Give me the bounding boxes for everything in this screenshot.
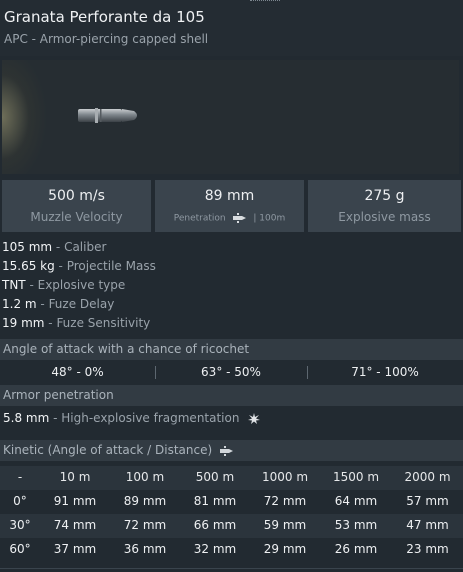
bottom-divider: [0, 568, 463, 569]
penetration-label-row: Penetration | 100m: [155, 212, 304, 224]
table-cell: 0°: [13, 494, 27, 508]
table-header-cell: 1500 m: [332, 470, 380, 484]
table-cell: 47 mm: [406, 518, 449, 532]
penetration-value: 89 mm: [204, 188, 255, 204]
property-value: 19 mm: [2, 316, 45, 330]
explosive-mass-value: 275 g: [364, 188, 405, 204]
table-cell: 29 mm: [263, 542, 307, 556]
table-cell: 60°: [9, 542, 31, 556]
he-fragmentation-row: 5.8 mm - High-explosive fragmentation: [3, 411, 261, 426]
ricochet-values: 48° - 0% 63° - 50% 71° - 100%: [0, 361, 463, 383]
explosion-icon: [248, 412, 261, 424]
table-cell: 53 mm: [334, 518, 378, 532]
kinetic-shell-icon: [219, 445, 233, 456]
table-cell: 37 mm: [53, 542, 97, 556]
ricochet-title: Angle of attack with a chance of ricoche…: [3, 342, 250, 356]
table-cell: 57 mm: [406, 494, 449, 508]
he-label: High-explosive fragmentation: [61, 411, 240, 425]
shell-projectile-icon: [78, 108, 137, 123]
property-value: 15.65 kg: [2, 259, 55, 273]
property-row: 1.2 m - Fuze Delay: [2, 297, 115, 311]
table-cell: 91 mm: [53, 494, 97, 508]
explosive-mass-label: Explosive mass: [338, 210, 431, 224]
shell-preview-image: [2, 60, 459, 174]
table-cell: 23 mm: [406, 542, 449, 556]
property-value: TNT: [2, 278, 26, 292]
property-value: 1.2 m: [2, 297, 37, 311]
table-cell: 36 mm: [123, 542, 167, 556]
table-row: 60° 37 mm 36 mm 32 mm 29 mm 26 mm 23 mm: [0, 538, 463, 562]
table-cell: 89 mm: [123, 494, 167, 508]
table-cell: 81 mm: [193, 494, 237, 508]
table-cell: 32 mm: [193, 542, 237, 556]
table-cell: 66 mm: [193, 518, 237, 532]
table-header-cell: 100 m: [125, 470, 165, 484]
property-row: 105 mm - Caliber: [2, 240, 107, 254]
shell-header: Granata Perforante da 105 APC - Armor-pi…: [0, 0, 463, 56]
ricochet-value: 71° - 100%: [351, 365, 419, 379]
shell-subtitle: APC - Armor-piercing capped shell: [4, 32, 209, 46]
muzzle-velocity-stat: 500 m/s Muzzle Velocity: [2, 180, 151, 232]
ricochet-value: 48° - 0%: [51, 365, 104, 379]
property-label: Fuze Delay: [48, 297, 115, 311]
table-header-cell: 2000 m: [404, 470, 451, 484]
explosive-mass-stat: 275 g Explosive mass: [308, 180, 461, 232]
kinetic-title-row: Kinetic (Angle of attack / Distance): [3, 443, 238, 457]
table-cell: 72 mm: [123, 518, 167, 532]
table-cell: 30°: [9, 518, 31, 532]
table-header-cell: 1000 m: [261, 470, 309, 484]
table-header-cell: -: [17, 470, 23, 484]
property-label: Caliber: [64, 240, 107, 254]
table-header-cell: 10 m: [59, 470, 91, 484]
muzzle-velocity-value: 500 m/s: [48, 188, 105, 204]
shell-properties: 105 mm - Caliber 15.65 kg - Projectile M…: [2, 238, 461, 333]
penetration-shell-icon: [232, 213, 246, 223]
penetration-distance: | 100m: [253, 213, 286, 224]
property-row: TNT - Explosive type: [2, 278, 126, 292]
he-value: 5.8 mm: [3, 411, 50, 425]
property-row: 15.65 kg - Projectile Mass: [2, 259, 156, 273]
penetration-label: Penetration: [173, 213, 226, 224]
top-divider: [250, 0, 280, 4]
table-cell: 59 mm: [263, 518, 307, 532]
kinetic-section-header: Kinetic (Angle of attack / Distance): [0, 440, 463, 461]
table-header-cell: 500 m: [195, 470, 235, 484]
shell-title: Granata Perforante da 105: [4, 8, 205, 26]
table-cell: 74 mm: [53, 518, 97, 532]
key-stats: 500 m/s Muzzle Velocity 89 mm Penetratio…: [2, 180, 461, 232]
table-cell: 26 mm: [334, 542, 378, 556]
table-row: 30° 74 mm 72 mm 66 mm 59 mm 53 mm 47 mm: [0, 514, 463, 538]
ricochet-section-header: Angle of attack with a chance of ricoche…: [0, 339, 463, 360]
table-cell: 72 mm: [263, 494, 307, 508]
penetration-stat: 89 mm Penetration | 100m: [155, 180, 304, 232]
muzzle-velocity-label: Muzzle Velocity: [30, 210, 123, 224]
ricochet-value: 63° - 50%: [201, 365, 261, 379]
kinetic-title: Kinetic (Angle of attack / Distance): [3, 443, 213, 457]
property-label: Projectile Mass: [66, 259, 156, 273]
table-row: 0° 91 mm 89 mm 81 mm 72 mm 64 mm 57 mm: [0, 490, 463, 514]
property-row: 19 mm - Fuze Sensitivity: [2, 316, 151, 330]
property-label: Fuze Sensitivity: [56, 316, 151, 330]
table-cell: 64 mm: [334, 494, 378, 508]
armor-section-header: Armor penetration: [0, 385, 463, 406]
armor-title: Armor penetration: [3, 388, 114, 402]
property-value: 105 mm: [2, 240, 53, 254]
property-label: Explosive type: [37, 278, 126, 292]
table-header-row: - 10 m 100 m 500 m 1000 m 1500 m 2000 m: [0, 466, 463, 490]
